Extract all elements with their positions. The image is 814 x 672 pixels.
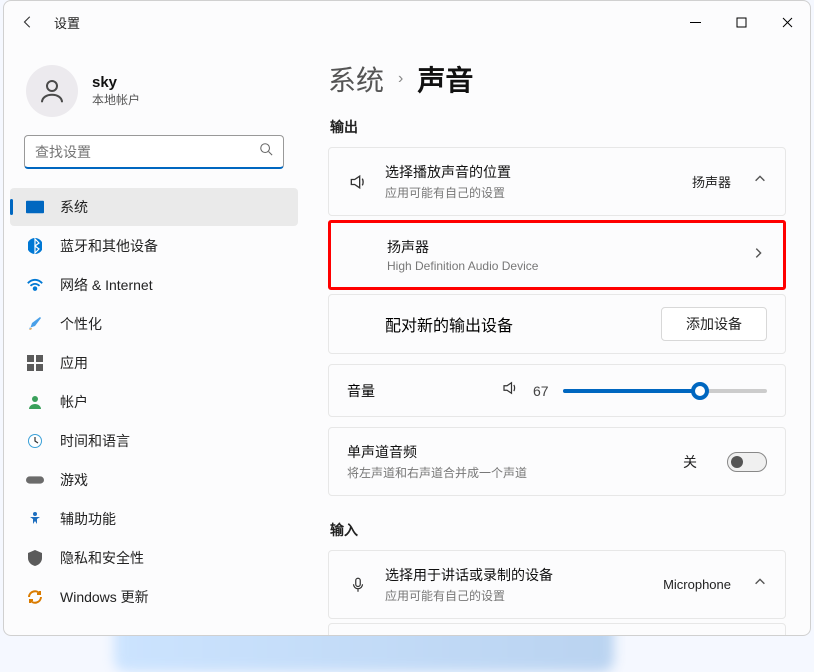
sidebar-item-label: 时间和语言 bbox=[60, 431, 130, 451]
wifi-icon bbox=[26, 276, 44, 294]
time-icon bbox=[26, 432, 44, 450]
main-content: 系统 › 声音 输出 选择播放声音的位置 应用可能有自己的设置 扬声器 bbox=[304, 43, 810, 635]
sidebar-item-system[interactable]: 系统 bbox=[10, 188, 298, 226]
game-icon bbox=[26, 471, 44, 489]
sidebar-item-label: 系统 bbox=[60, 197, 88, 217]
output-pair-title: 配对新的输出设备 bbox=[385, 312, 661, 336]
account-icon bbox=[26, 393, 44, 411]
volume-row: 音量 67 bbox=[329, 365, 785, 416]
breadcrumb-current: 声音 bbox=[417, 59, 473, 99]
system-icon bbox=[26, 198, 44, 216]
mono-row: 单声道音频 将左声道和右声道合并成一个声道 关 bbox=[329, 428, 785, 495]
sidebar-item-label: 个性化 bbox=[60, 314, 102, 334]
privacy-icon bbox=[26, 549, 44, 567]
window-title: 设置 bbox=[54, 13, 80, 32]
profile-block[interactable]: sky 本地帐户 bbox=[4, 55, 304, 135]
chevron-up-icon bbox=[753, 172, 767, 191]
output-speaker-title: 扬声器 bbox=[387, 237, 735, 257]
account-type: 本地帐户 bbox=[92, 91, 140, 108]
breadcrumb: 系统 › 声音 bbox=[328, 59, 786, 99]
input-mic-row[interactable]: Microphone High Definition Audio Device bbox=[329, 624, 785, 635]
microphone-icon bbox=[347, 576, 369, 594]
sidebar-item-label: Windows 更新 bbox=[60, 587, 149, 607]
chevron-right-icon: › bbox=[398, 70, 403, 88]
output-speaker-row[interactable]: 扬声器 High Definition Audio Device bbox=[331, 223, 783, 287]
sidebar-item-label: 网络 & Internet bbox=[60, 275, 153, 295]
accessibility-icon bbox=[26, 510, 44, 528]
output-where-value: 扬声器 bbox=[692, 172, 731, 191]
maximize-button[interactable] bbox=[718, 6, 764, 38]
section-input-header: 输入 bbox=[330, 520, 784, 540]
sidebar-item-update[interactable]: Windows 更新 bbox=[10, 578, 298, 616]
back-icon[interactable] bbox=[20, 14, 36, 30]
input-where-row[interactable]: 选择用于讲话或录制的设备 应用可能有自己的设置 Microphone bbox=[329, 551, 785, 618]
sidebar-item-accessibility[interactable]: 辅助功能 bbox=[10, 500, 298, 538]
sidebar: sky 本地帐户 系统蓝牙和其他设备网络 & Internet 个性化应用帐户时间… bbox=[4, 43, 304, 635]
nav-list: 系统蓝牙和其他设备网络 & Internet 个性化应用帐户时间和语言游戏辅助功能… bbox=[4, 187, 304, 635]
volume-label: 音量 bbox=[347, 381, 487, 401]
mono-toggle[interactable] bbox=[727, 452, 767, 472]
volume-icon[interactable] bbox=[501, 379, 519, 402]
username: sky bbox=[92, 74, 140, 91]
sidebar-item-wifi[interactable]: 网络 & Internet bbox=[10, 266, 298, 304]
sidebar-item-bluetooth[interactable]: 蓝牙和其他设备 bbox=[10, 227, 298, 265]
output-pair-row: 配对新的输出设备 添加设备 bbox=[329, 295, 785, 353]
minimize-button[interactable] bbox=[672, 6, 718, 38]
apps-icon bbox=[26, 354, 44, 372]
sidebar-item-apps[interactable]: 应用 bbox=[10, 344, 298, 382]
input-where-value: Microphone bbox=[663, 577, 731, 592]
volume-slider[interactable] bbox=[563, 389, 767, 393]
output-where-row[interactable]: 选择播放声音的位置 应用可能有自己的设置 扬声器 bbox=[329, 148, 785, 215]
speaker-icon bbox=[347, 172, 369, 192]
sidebar-item-brush[interactable]: 个性化 bbox=[10, 305, 298, 343]
output-where-subtitle: 应用可能有自己的设置 bbox=[385, 184, 676, 201]
breadcrumb-parent[interactable]: 系统 bbox=[328, 59, 384, 99]
update-icon bbox=[26, 588, 44, 606]
input-where-title: 选择用于讲话或录制的设备 bbox=[385, 565, 647, 585]
bluetooth-icon bbox=[26, 237, 44, 255]
avatar bbox=[26, 65, 78, 117]
sidebar-item-time[interactable]: 时间和语言 bbox=[10, 422, 298, 460]
sidebar-item-game[interactable]: 游戏 bbox=[10, 461, 298, 499]
sidebar-item-account[interactable]: 帐户 bbox=[10, 383, 298, 421]
search-input[interactable] bbox=[24, 135, 284, 169]
sidebar-item-privacy[interactable]: 隐私和安全性 bbox=[10, 539, 298, 577]
brush-icon bbox=[26, 315, 44, 333]
search-icon bbox=[249, 142, 283, 161]
input-where-subtitle: 应用可能有自己的设置 bbox=[385, 587, 647, 604]
output-speaker-subtitle: High Definition Audio Device bbox=[387, 259, 735, 273]
sidebar-item-label: 蓝牙和其他设备 bbox=[60, 236, 158, 256]
sidebar-item-label: 隐私和安全性 bbox=[60, 548, 144, 568]
add-device-button[interactable]: 添加设备 bbox=[661, 307, 767, 341]
sidebar-item-label: 游戏 bbox=[60, 470, 88, 490]
close-button[interactable] bbox=[764, 6, 810, 38]
search-field[interactable] bbox=[25, 144, 249, 160]
volume-value: 67 bbox=[533, 383, 549, 399]
chevron-right-icon bbox=[751, 246, 765, 265]
chevron-up-icon bbox=[753, 575, 767, 594]
mono-title: 单声道音频 bbox=[347, 442, 667, 462]
sidebar-item-label: 应用 bbox=[60, 353, 88, 373]
mono-subtitle: 将左声道和右声道合并成一个声道 bbox=[347, 464, 667, 481]
mono-state-label: 关 bbox=[683, 452, 697, 472]
titlebar: 设置 bbox=[4, 1, 810, 43]
output-where-title: 选择播放声音的位置 bbox=[385, 162, 676, 182]
section-output-header: 输出 bbox=[330, 117, 784, 137]
sidebar-item-label: 辅助功能 bbox=[60, 509, 116, 529]
sidebar-item-label: 帐户 bbox=[60, 392, 88, 412]
